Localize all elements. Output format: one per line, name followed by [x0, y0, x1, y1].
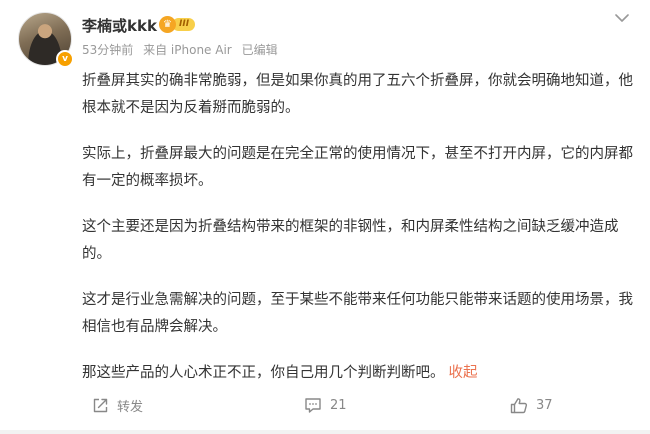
crown-icon: ♛ — [159, 16, 176, 33]
comment-icon — [305, 397, 321, 413]
edited-label[interactable]: 已编辑 — [242, 43, 278, 57]
vip-badge[interactable]: ♛ III — [159, 16, 201, 33]
like-button[interactable]: 37 — [510, 392, 553, 418]
like-count: 37 — [536, 397, 553, 413]
body-paragraph: 这个主要还是因为折叠结构带来的框架的非钢性，和内屏柔性结构之间缺乏缓冲造成的。 — [82, 219, 619, 262]
thumbs-up-icon — [510, 397, 528, 413]
avatar-container[interactable]: v — [18, 12, 74, 68]
post-meta: 53分钟前 来自 iPhone Air 已编辑 — [82, 41, 284, 58]
body-paragraph-text: 那这些产品的人心术正不正，你自己用几个判断判断吧。 — [82, 365, 445, 381]
body-paragraph: 实际上，折叠屏最大的问题是在完全正常的使用情况下，甚至不打开内屏，它的内屏都有一… — [82, 146, 633, 189]
author-name[interactable]: 李楠或kkk — [82, 15, 157, 36]
chevron-down-icon[interactable] — [612, 9, 632, 27]
post-source: 来自 iPhone Air — [143, 43, 232, 57]
post-time[interactable]: 53分钟前 — [82, 43, 133, 57]
repost-button[interactable]: 转发 — [92, 392, 143, 418]
post-body: 折叠屏其实的确非常脆弱，但是如果你真的用了五六个折叠屏，你就会明确地知道，他根本… — [82, 68, 638, 406]
body-paragraph: 这才是行业急需解决的问题，至于某些不能带来任何功能只能带来话题的使用场景，我相信… — [82, 292, 633, 335]
body-paragraph: 折叠屏其实的确非常脆弱，但是如果你真的用了五六个折叠屏，你就会明确地知道，他根本… — [82, 73, 633, 116]
comment-button[interactable]: 21 — [304, 392, 347, 418]
share-icon — [93, 398, 108, 412]
collapse-link[interactable]: 收起 — [449, 365, 478, 381]
weibo-post-card: v 李楠或kkk ♛ III 53分钟前 来自 iPhone Air 已编辑 折… — [0, 0, 650, 434]
comment-count: 21 — [330, 397, 347, 413]
verified-badge-icon: v — [56, 50, 74, 68]
repost-label: 转发 — [117, 399, 144, 415]
action-bar: 转发 21 37 — [0, 392, 650, 418]
card-divider — [0, 430, 650, 434]
body-paragraph-last: 那这些产品的人心术正不正，你自己用几个判断判断吧。 收起 — [82, 360, 638, 387]
